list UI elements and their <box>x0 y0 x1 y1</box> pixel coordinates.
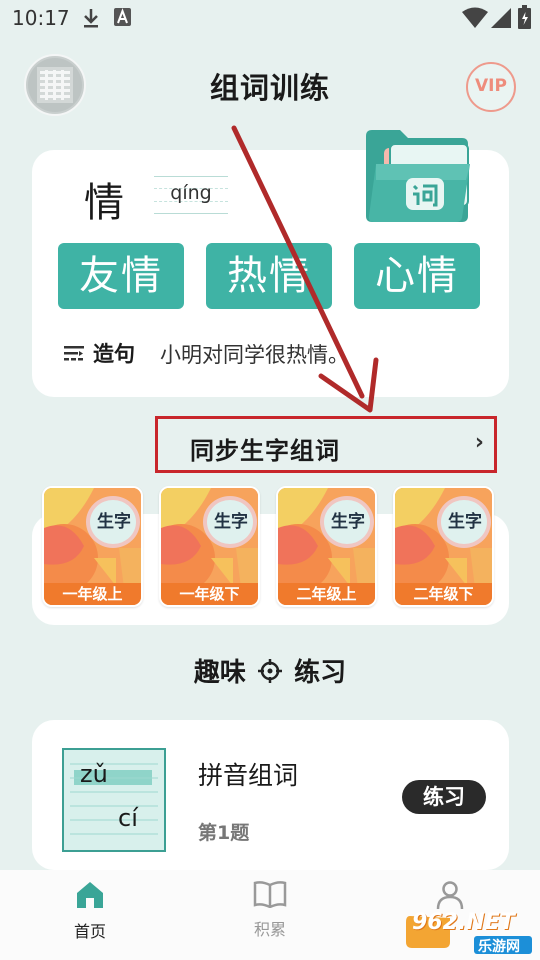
sentence-row: 造句 小明对同学很热情。 <box>62 338 482 370</box>
status-bar: 10:17 <box>0 0 540 36</box>
word-card: 情 qíng 友情 热情 心情 造句 小明对同学很热情。 <box>32 130 509 397</box>
pinyin-thumbnail: zǔ cí <box>62 748 166 852</box>
grade-tile-2[interactable]: 生字 一年级下 <box>159 486 260 607</box>
sentence-icon <box>64 346 84 361</box>
grade-badge-text: 生字 <box>214 512 248 532</box>
sync-section-label: 同步生字组词 <box>190 437 340 465</box>
grade-badge-text: 生字 <box>331 512 365 532</box>
nav-item-home[interactable]: 首页 <box>40 880 140 942</box>
pinyin-card-title: 拼音组词 <box>198 761 299 790</box>
page-title: 组词训练 <box>209 71 330 105</box>
nav-label-home: 首页 <box>73 922 106 941</box>
nav-item-accumulate[interactable]: 积累 <box>220 880 320 940</box>
sync-section-link[interactable]: 同步生字组词 › <box>155 416 497 473</box>
grade-label: 一年级上 <box>44 583 141 605</box>
grade-label: 二年级下 <box>395 583 492 605</box>
person-icon <box>436 881 464 910</box>
grade-label: 一年级下 <box>161 583 258 605</box>
header: 组词训练 VIP <box>0 50 540 120</box>
grade-tile-4[interactable]: 生字 二年级下 <box>393 486 494 607</box>
vip-button[interactable]: VIP <box>466 62 516 112</box>
watermark-subtext: 乐游网 <box>478 939 520 955</box>
target-icon <box>258 658 282 683</box>
fun-title-right: 练习 <box>294 658 347 688</box>
sentence-label: 造句 <box>93 342 135 366</box>
thumb-pinyin-2: cí <box>118 804 138 832</box>
status-time: 10:17 <box>12 6 70 30</box>
grade-tile-3[interactable]: 生字 二年级上 <box>276 486 377 607</box>
fun-section-title: 趣味 练习 <box>0 652 540 688</box>
watermark-text: 962.NET <box>412 910 515 935</box>
book-icon <box>253 881 287 909</box>
wifi-icon <box>462 7 488 28</box>
battery-icon <box>518 5 531 29</box>
thumb-pinyin-1: zǔ <box>80 760 108 788</box>
font-icon <box>114 8 131 26</box>
pinyin-card-subtitle: 第1题 <box>198 822 250 844</box>
grade-tile-1[interactable]: 生字 一年级上 <box>42 486 143 607</box>
home-icon <box>77 882 103 908</box>
chevron-right-icon: › <box>474 430 484 455</box>
watermark-logo: 962.NET 乐游网 <box>404 908 534 956</box>
signal-icon <box>491 8 511 28</box>
pinyin-box: qíng <box>154 174 228 216</box>
word-button-1[interactable]: 友情 <box>58 243 184 309</box>
pinyin-text: qíng <box>170 182 212 204</box>
grade-badge-text: 生字 <box>97 512 131 532</box>
nav-label-accumulate: 积累 <box>253 920 286 939</box>
practice-button[interactable]: 练习 <box>402 780 486 814</box>
word-button-2[interactable]: 热情 <box>206 243 332 309</box>
pinyin-practice-card[interactable]: zǔ cí 拼音组词 第1题 练习 <box>32 720 509 870</box>
word-list: 友情 热情 心情 <box>58 243 482 309</box>
download-icon <box>84 9 98 28</box>
fun-title-left: 趣味 <box>193 658 246 688</box>
grade-badge-text: 生字 <box>448 512 482 532</box>
folder-icon <box>366 130 470 222</box>
grade-label: 二年级上 <box>278 583 375 605</box>
word-button-3[interactable]: 心情 <box>354 243 480 309</box>
sentence-text: 小明对同学很热情。 <box>160 343 349 367</box>
current-character: 情 <box>84 180 124 226</box>
